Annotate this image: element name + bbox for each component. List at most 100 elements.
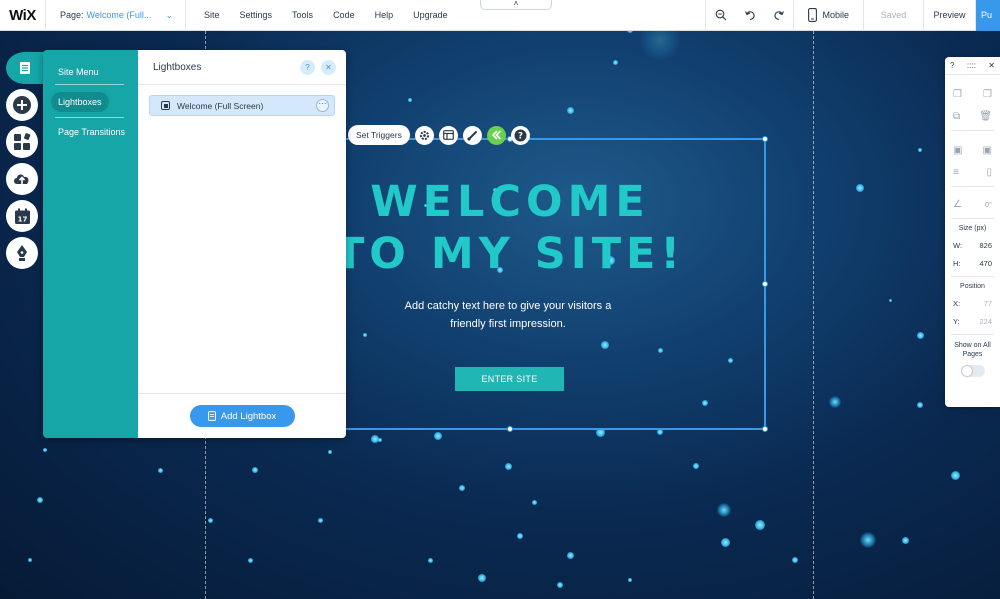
height-value[interactable]: 470 [979, 259, 992, 268]
rotate-icon[interactable]: ∠ [953, 199, 962, 210]
y-label: Y: [953, 317, 960, 326]
undo-icon[interactable] [735, 0, 764, 31]
calendar-icon[interactable]: 17 [6, 200, 38, 232]
menu-upgrade[interactable]: Upgrade [403, 0, 458, 31]
lightbox-item-label: Welcome (Full Screen) [177, 100, 264, 111]
duplicate-icon[interactable]: ⧉ [953, 111, 960, 122]
particle [378, 438, 382, 442]
arrange-icon[interactable]: ▣ [953, 145, 962, 156]
resize-handle-bottom-right[interactable] [762, 426, 768, 432]
zoom-icon[interactable] [706, 0, 735, 31]
paste-icon[interactable]: ❐ [983, 89, 992, 100]
particle [566, 551, 574, 559]
particle [693, 463, 699, 469]
help-icon[interactable]: ? [510, 125, 530, 145]
particle [628, 578, 632, 582]
gear-icon[interactable] [414, 125, 434, 145]
nav-site-menu[interactable]: Site Menu [43, 62, 126, 82]
redo-icon[interactable] [764, 0, 793, 31]
resize-handle-right[interactable] [762, 281, 768, 287]
particle [612, 59, 618, 65]
rotation-value[interactable]: 0° [985, 200, 992, 209]
menu-settings[interactable]: Settings [230, 0, 283, 31]
mobile-label: Mobile [822, 10, 849, 20]
chevron-down-icon: ⌄ [165, 9, 173, 20]
panel-title: Lightboxes [153, 61, 202, 73]
particle [408, 98, 412, 102]
y-value[interactable]: 224 [979, 317, 992, 326]
x-field[interactable]: X: 77 [945, 299, 1000, 308]
apps-icon[interactable] [6, 126, 38, 158]
enter-site-button[interactable]: ENTER SITE [455, 367, 564, 391]
welcome-headline[interactable]: WELCOME TO MY SITE! [330, 176, 690, 280]
more-actions-icon[interactable]: ··· [316, 99, 329, 112]
particle [860, 532, 876, 548]
menu-code[interactable]: Code [323, 0, 365, 31]
publish-button[interactable]: Pu [976, 0, 1000, 31]
preview-button[interactable]: Preview [924, 0, 976, 31]
particle [459, 485, 465, 491]
page-selector[interactable]: Page: Welcome (Full... ⌄ [46, 0, 186, 31]
particle [950, 470, 960, 480]
resize-handle-bottom[interactable] [507, 426, 513, 432]
divider [951, 218, 994, 219]
particle [478, 574, 486, 582]
animation-icon[interactable] [486, 125, 506, 145]
menu-help[interactable]: Help [365, 0, 404, 31]
resize-handle-top-right[interactable] [762, 136, 768, 142]
close-icon[interactable]: ✕ [321, 59, 336, 75]
pen-icon[interactable] [6, 237, 38, 269]
y-field[interactable]: Y: 224 [945, 317, 1000, 326]
right-tools: Mobile Saved Preview Pu [705, 0, 1000, 31]
main-menu: Site Settings Tools Code Help Upgrade [194, 0, 458, 31]
wix-logo[interactable]: WiX [0, 0, 46, 31]
align-icon[interactable]: ≡ [953, 167, 959, 178]
set-triggers-button[interactable]: Set Triggers [348, 125, 410, 145]
width-value[interactable]: 826 [979, 241, 992, 250]
particle [252, 467, 258, 473]
send-back-icon[interactable]: ▣ [983, 145, 992, 156]
nav-lightboxes[interactable]: Lightboxes [51, 92, 109, 112]
nav-page-transitions[interactable]: Page Transitions [43, 122, 126, 142]
close-icon[interactable]: ✕ [988, 61, 995, 70]
drag-handle-icon[interactable]: :::: [967, 61, 976, 70]
height-label: H: [953, 259, 961, 268]
menu-tools[interactable]: Tools [282, 0, 323, 31]
design-brush-icon[interactable] [462, 125, 482, 145]
inspector-row-arrange: ▣ ▣ [945, 139, 1000, 161]
help-icon[interactable]: ? [300, 59, 315, 75]
lightbox-toolbar: Set Triggers ? [348, 125, 530, 145]
add-lightbox-label: Add Lightbox [220, 410, 277, 422]
menu-site[interactable]: Site [194, 0, 230, 31]
particle [247, 557, 253, 563]
inspector-row-align: ≡ ▯ [945, 161, 1000, 183]
layout-icon[interactable] [438, 125, 458, 145]
distribute-icon[interactable]: ▯ [986, 167, 992, 178]
x-value[interactable]: 77 [984, 299, 992, 308]
width-field[interactable]: W: 826 [945, 241, 1000, 250]
particle [640, 31, 680, 60]
lightbox-item[interactable]: Welcome (Full Screen) ··· [149, 95, 335, 116]
pages-icon[interactable] [6, 52, 44, 84]
inspector-panel: ? :::: ✕ ❐ ❐ ⧉ 🗑 ▣ ▣ ≡ ▯ ∠ 0° Size (px) … [945, 57, 1000, 407]
particle [917, 402, 923, 408]
help-icon[interactable]: ? [950, 61, 954, 70]
height-field[interactable]: H: 470 [945, 259, 1000, 268]
delete-icon[interactable]: 🗑 [979, 111, 992, 122]
mobile-switch[interactable]: Mobile [793, 0, 864, 31]
add-icon[interactable] [6, 89, 38, 121]
show-on-all-pages-label: Show on All Pages [954, 342, 991, 358]
headline-line-2: TO MY SITE! [334, 229, 686, 279]
panel-body: Lightboxes ? ✕ Welcome (Full Screen) ···… [138, 50, 346, 438]
particle [916, 331, 924, 339]
upload-icon[interactable] [6, 163, 38, 195]
intro-text[interactable]: Add catchy text here to give your visito… [388, 297, 628, 333]
particle [557, 582, 563, 588]
add-lightbox-button[interactable]: Add Lightbox [189, 405, 295, 427]
show-on-all-pages-toggle[interactable] [960, 365, 985, 377]
svg-text:?: ? [518, 131, 523, 141]
lightbox-icon [161, 101, 170, 110]
copy-icon[interactable]: ❐ [953, 89, 962, 100]
collapse-toolbar-handle[interactable]: ˄ [480, 0, 552, 10]
particle [517, 533, 523, 539]
